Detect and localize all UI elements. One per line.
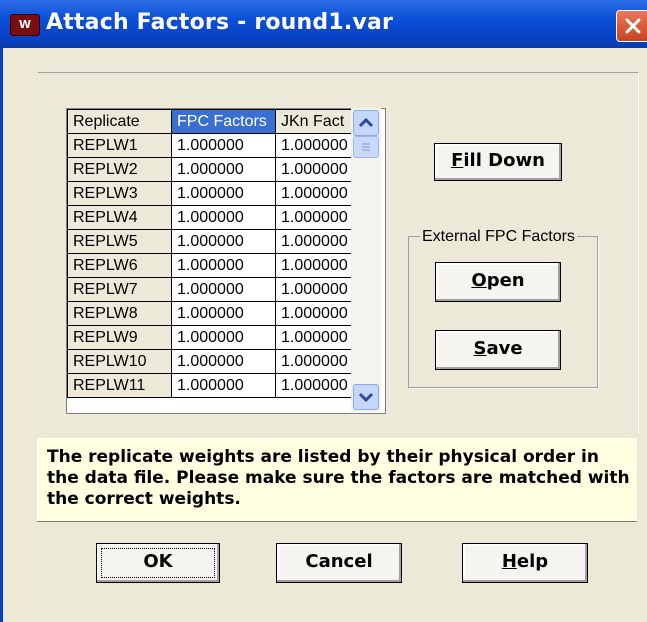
ok-button[interactable]: OK [96, 543, 220, 583]
title-bar[interactable]: W Attach Factors - round1.var [0, 0, 647, 48]
fpc-factor-cell[interactable]: 1.000000 [171, 373, 276, 398]
column-header-replicate[interactable]: Replicate [67, 109, 172, 134]
table-row[interactable]: REPLW11 1.000000 1.000000 [67, 373, 366, 398]
fill-down-label: ill Down [463, 150, 545, 171]
row-header-cell: REPLW11 [67, 373, 172, 398]
fpc-factor-cell[interactable]: 1.000000 [171, 205, 276, 230]
info-panel: The replicate weights are listed by thei… [37, 438, 637, 522]
row-header-cell: REPLW9 [67, 325, 172, 350]
factors-grid[interactable]: Replicate FPC Factors JKn Fact REPLW1 1.0… [66, 108, 386, 414]
table-row[interactable]: REPLW7 1.000000 1.000000 [67, 277, 366, 302]
cancel-label: Cancel [305, 551, 373, 572]
save-button[interactable]: Save [435, 330, 561, 370]
row-header-cell: REPLW10 [67, 349, 172, 374]
fpc-factor-cell[interactable]: 1.000000 [171, 229, 276, 254]
grid-header-row: Replicate FPC Factors JKn Fact [67, 109, 366, 134]
fpc-factor-cell[interactable]: 1.000000 [171, 277, 276, 302]
row-header-cell: REPLW1 [67, 133, 172, 158]
ok-label: OK [143, 551, 173, 572]
table-row[interactable]: REPLW5 1.000000 1.000000 [67, 229, 366, 254]
window-frame [0, 48, 3, 622]
table-row[interactable]: REPLW2 1.000000 1.000000 [67, 157, 366, 182]
fill-down-mnemonic: F [451, 150, 464, 171]
save-label: ave [486, 338, 523, 359]
table-row[interactable]: REPLW10 1.000000 1.000000 [67, 349, 366, 374]
info-text: The replicate weights are listed by thei… [47, 447, 630, 509]
table-row[interactable]: REPLW6 1.000000 1.000000 [67, 253, 366, 278]
attach-factors-dialog: W Attach Factors - round1.var Replicate … [0, 0, 647, 622]
scroll-up-button[interactable] [353, 110, 379, 136]
open-button[interactable]: Open [435, 262, 561, 302]
row-header-cell: REPLW5 [67, 229, 172, 254]
table-row[interactable]: REPLW9 1.000000 1.000000 [67, 325, 366, 350]
help-button[interactable]: Help [462, 543, 588, 583]
app-logo-icon: W [10, 14, 40, 36]
row-header-cell: REPLW4 [67, 205, 172, 230]
table-row[interactable]: REPLW4 1.000000 1.000000 [67, 205, 366, 230]
help-label: elp [516, 551, 549, 572]
scroll-thumb[interactable] [353, 136, 379, 158]
row-header-cell: REPLW2 [67, 157, 172, 182]
help-mnemonic: H [501, 551, 517, 572]
chevron-down-icon [358, 392, 374, 403]
fpc-factor-cell[interactable]: 1.000000 [171, 133, 276, 158]
fpc-factor-cell[interactable]: 1.000000 [171, 349, 276, 374]
cancel-button[interactable]: Cancel [276, 543, 402, 583]
open-mnemonic: O [471, 270, 487, 291]
chevron-up-icon [358, 117, 374, 128]
fpc-factor-cell[interactable]: 1.000000 [171, 157, 276, 182]
table-row[interactable]: REPLW8 1.000000 1.000000 [67, 301, 366, 326]
table-row[interactable]: REPLW3 1.000000 1.000000 [67, 181, 366, 206]
fpc-factor-cell[interactable]: 1.000000 [171, 301, 276, 326]
row-header-cell: REPLW7 [67, 277, 172, 302]
row-header-cell: REPLW3 [67, 181, 172, 206]
grid-scrollbar[interactable] [351, 108, 381, 412]
fpc-factor-cell[interactable]: 1.000000 [171, 181, 276, 206]
close-button[interactable] [616, 10, 647, 42]
window-title: Attach Factors - round1.var [46, 10, 394, 35]
external-fpc-label: External FPC Factors [420, 228, 577, 246]
row-header-cell: REPLW6 [67, 253, 172, 278]
column-header-fpc-factors[interactable]: FPC Factors [171, 109, 276, 134]
save-mnemonic: S [473, 338, 487, 359]
fpc-factor-cell[interactable]: 1.000000 [171, 253, 276, 278]
grip-icon [362, 143, 370, 151]
table-row[interactable]: REPLW1 1.000000 1.000000 [67, 133, 366, 158]
close-icon [625, 18, 641, 34]
row-header-cell: REPLW8 [67, 301, 172, 326]
fpc-factor-cell[interactable]: 1.000000 [171, 325, 276, 350]
scroll-down-button[interactable] [353, 384, 379, 410]
open-label: pen [486, 270, 525, 291]
fill-down-button[interactable]: Fill Down [434, 143, 562, 181]
